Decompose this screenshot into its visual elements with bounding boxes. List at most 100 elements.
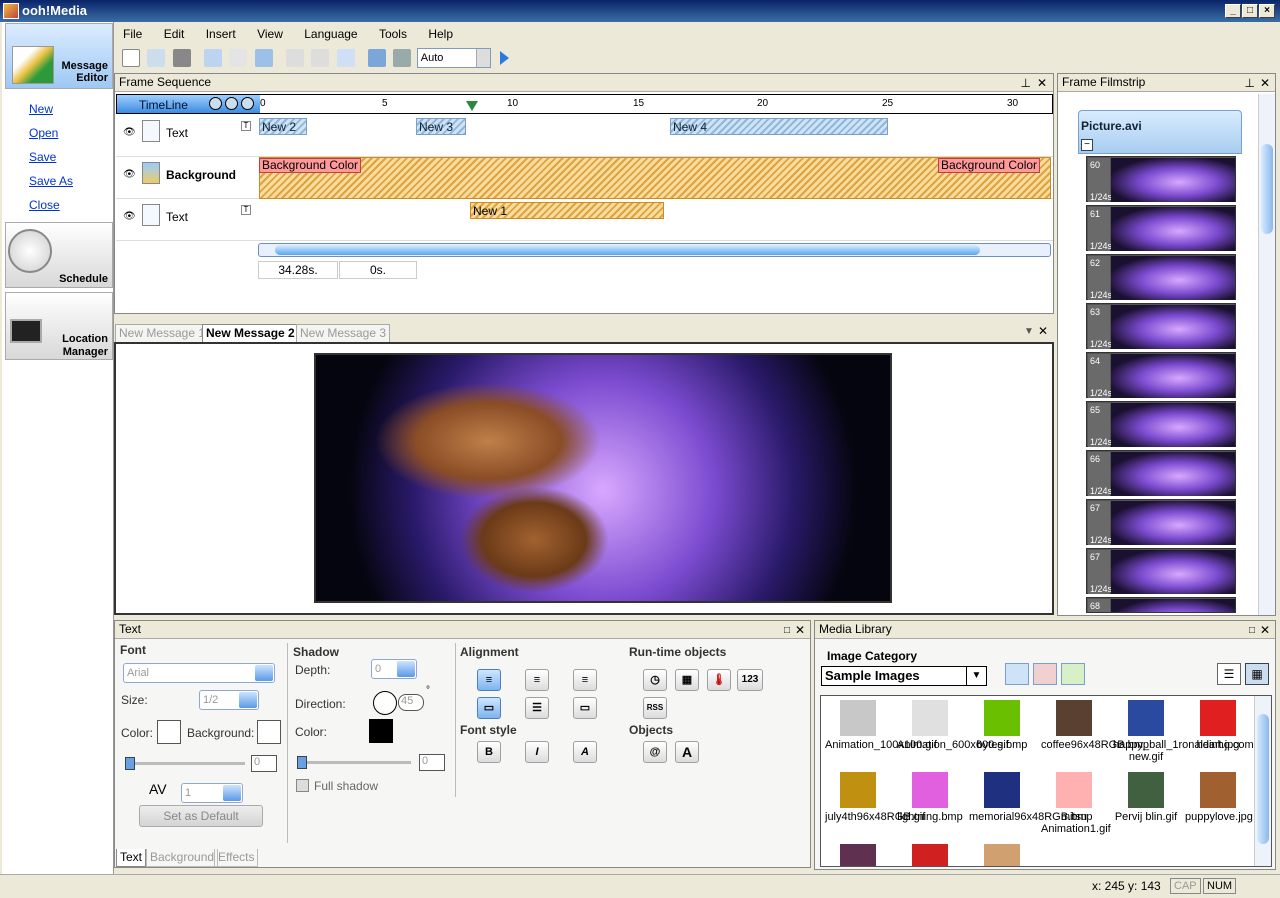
redo-icon[interactable]	[229, 49, 248, 67]
align-left-icon[interactable]: ≡	[477, 669, 501, 691]
chevron-down-icon[interactable]: ▼	[1024, 326, 1034, 337]
media-item[interactable]: Animation_100x100.gif	[825, 700, 937, 751]
menu-tools[interactable]: Tools	[370, 24, 416, 44]
new-document-icon[interactable]	[122, 49, 140, 67]
zoom-select[interactable]: Auto	[416, 48, 491, 68]
collapse-icon[interactable]: −	[1081, 139, 1093, 151]
track-text-2[interactable]: 👁 Text T New 1	[116, 199, 1053, 241]
slider-thumb[interactable]	[125, 757, 135, 770]
undo-icon[interactable]	[204, 49, 223, 67]
frame-67b[interactable]: 67 1/24s	[1086, 548, 1236, 594]
restore-icon[interactable]: □	[784, 622, 790, 639]
restore-icon[interactable]: □	[1249, 622, 1255, 639]
media-item[interactable]: bytes.bmp	[969, 700, 1035, 751]
close-icon[interactable]: ✕	[1260, 622, 1270, 639]
valign-middle-icon[interactable]: ☰	[525, 697, 549, 719]
zoom-out-icon[interactable]	[225, 97, 238, 110]
media-item[interactable]: lightning.bmp	[897, 772, 963, 823]
background-color-swatch[interactable]	[257, 720, 281, 744]
globe-image[interactable]	[314, 353, 892, 603]
media-item[interactable]: puppylove.jpg	[1185, 772, 1253, 823]
transparency-value[interactable]: 0	[251, 755, 277, 772]
align-center-icon[interactable]: ≡	[525, 669, 549, 691]
play-icon[interactable]	[500, 51, 510, 65]
media-item[interactable]: Animation_600x600.gif	[897, 700, 1009, 751]
link-close[interactable]: Close	[29, 198, 60, 212]
tab-background[interactable]: Background	[146, 849, 219, 867]
filmstrip-vscroll[interactable]	[1258, 94, 1275, 615]
shadow-color-swatch[interactable]	[369, 719, 393, 743]
add-image-icon[interactable]	[1005, 663, 1029, 685]
save-icon[interactable]	[172, 49, 191, 67]
cut-icon[interactable]	[286, 49, 305, 67]
frame-68[interactable]: 68	[1086, 597, 1236, 613]
media-item[interactable]: Pervij blin.gif	[1113, 772, 1179, 823]
list-view-icon[interactable]: ☰	[1217, 663, 1241, 685]
direction-dial[interactable]	[373, 691, 397, 715]
media-item[interactable]: coffee96x48RGB.bmp	[1041, 700, 1149, 751]
link-save-as[interactable]: Save As	[29, 174, 73, 188]
menu-edit[interactable]: Edit	[155, 24, 194, 44]
numeric-icon[interactable]: 123	[737, 669, 763, 691]
category-select[interactable]: Sample Images ▼	[821, 666, 987, 686]
valign-bottom-icon[interactable]: ▭	[573, 697, 597, 719]
paste-icon[interactable]	[336, 49, 355, 67]
clock-icon[interactable]: ◷	[643, 669, 667, 691]
shadow-slider-value[interactable]: 0	[419, 754, 445, 771]
background-block[interactable]	[259, 157, 1051, 199]
direction-value[interactable]: 45	[398, 694, 424, 711]
email-icon[interactable]: @	[643, 741, 667, 763]
menu-file[interactable]: File	[114, 24, 151, 44]
spacing-select[interactable]: 1	[181, 783, 243, 803]
frame-67a[interactable]: 67 1/24s	[1086, 499, 1236, 545]
media-item[interactable]: mitsu Animation1.gif	[1041, 772, 1111, 835]
tab-new-message-2[interactable]: New Message 2	[202, 324, 299, 342]
menu-help[interactable]: Help	[419, 24, 462, 44]
expand-icon[interactable]: T	[241, 121, 251, 131]
location-manager-button[interactable]: Location Manager	[5, 292, 113, 360]
align-right-icon[interactable]: ≡	[573, 669, 597, 691]
frame-65[interactable]: 65 1/24s	[1086, 401, 1236, 447]
frame-63[interactable]: 63 1/24s	[1086, 303, 1236, 349]
message-canvas[interactable]	[114, 342, 1054, 615]
scroll-thumb[interactable]	[275, 245, 980, 255]
pin-icon[interactable]: ⊥	[1021, 75, 1031, 92]
tab-text[interactable]: Text	[116, 849, 147, 867]
media-item[interactable]	[897, 844, 963, 866]
tab-new-message-3[interactable]: New Message 3	[296, 324, 391, 342]
block-new-1[interactable]: New 1	[470, 202, 664, 219]
playhead-marker[interactable]	[466, 101, 478, 111]
valign-top-icon[interactable]: ▭	[477, 697, 501, 719]
minimize-button[interactable]: _	[1225, 4, 1241, 18]
close-icon[interactable]: ✕	[1037, 75, 1047, 92]
eye-icon[interactable]: 👁	[123, 127, 136, 138]
menu-insert[interactable]: Insert	[197, 24, 245, 44]
menu-language[interactable]: Language	[295, 24, 366, 44]
insert-icon[interactable]	[368, 49, 387, 67]
spellcheck-icon[interactable]	[254, 49, 273, 67]
track-background[interactable]: 👁 Background Background Color Background…	[116, 157, 1053, 199]
block-background-color-1[interactable]: Background Color	[259, 158, 362, 173]
rss-icon[interactable]: RSS	[643, 697, 667, 719]
timeline-hscroll[interactable]	[258, 243, 1051, 257]
font-color-swatch[interactable]	[157, 720, 181, 744]
media-item[interactable]: happy_ball_1ronaldinho.com-new.gif	[1113, 700, 1257, 763]
open-icon[interactable]	[147, 49, 166, 67]
full-shadow-checkbox[interactable]	[296, 779, 309, 792]
block-new-4[interactable]: New 4	[670, 118, 888, 135]
transparency-slider[interactable]	[125, 757, 245, 770]
date-icon[interactable]: ▦	[675, 669, 699, 691]
block-new-2[interactable]: New 2	[259, 118, 307, 135]
expand-icon[interactable]: T	[241, 205, 251, 215]
media-item[interactable]	[825, 844, 891, 866]
media-item[interactable]	[969, 844, 1035, 866]
track-text-1[interactable]: 👁 Text T New 2 New 3 New 4	[116, 115, 1053, 157]
close-button[interactable]: ×	[1259, 4, 1275, 18]
outline-icon[interactable]: A	[573, 741, 597, 763]
message-editor-button[interactable]: Message Editor	[5, 23, 113, 89]
media-item[interactable]: heart.jpg	[1185, 700, 1251, 751]
font-select[interactable]: Arial	[123, 663, 275, 683]
grid-view-icon[interactable]: ▦	[1245, 663, 1269, 685]
frame-60[interactable]: 60 1/24s	[1086, 156, 1236, 202]
depth-select[interactable]: 0	[371, 659, 417, 679]
